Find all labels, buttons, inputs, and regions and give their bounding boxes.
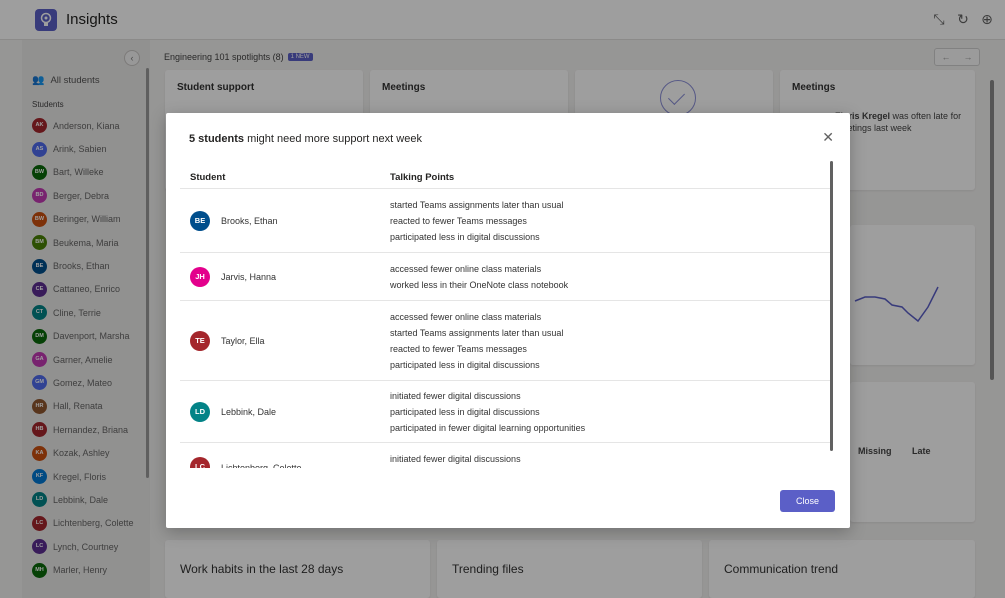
talking-points: initiated fewer digital discussions parti… [390,388,585,436]
avatar: JH [190,267,210,287]
close-button[interactable]: Close [780,490,835,512]
dialog-title-text: might need more support next week [244,133,422,145]
talking-point: initiated fewer digital discussions [390,454,521,464]
student-row[interactable]: TE Taylor, Ella accessed fewer online clas… [180,300,830,380]
talking-point: worked less in their OneNote class noteb… [390,280,569,290]
avatar: BE [190,211,210,231]
student-row[interactable]: LD Lebbink, Dale initiated fewer digital d… [180,380,830,442]
dialog-scrollbar[interactable] [830,161,833,451]
column-header-student: Student [190,172,226,183]
student-row[interactable]: BE Brooks, Ethan started Teams assignments… [180,188,830,252]
dialog-title-count: 5 students [189,133,245,145]
talking-point: started Teams assignments later than usu… [390,328,564,338]
column-header-talking-points: Talking Points [390,172,455,183]
student-name: Taylor, Ella [221,336,265,346]
avatar: LD [190,402,210,422]
avatar: LC [190,457,210,468]
talking-point: initiated fewer digital discussions [390,391,521,401]
talking-points: started Teams assignments later than usu… [390,197,563,245]
talking-point: participated less in digital discussions [390,360,540,370]
talking-points: accessed fewer online class materials wor… [390,261,568,293]
avatar: TE [190,331,210,351]
student-row[interactable]: LC Lichtenberg, Colette initiated fewer di… [180,442,830,468]
talking-point: participated in fewer digital learning o… [390,423,586,433]
talking-point: participated less in digital discussions [390,407,540,417]
student-name: Brooks, Ethan [221,216,278,226]
talking-point: started Teams assignments later than usu… [390,200,564,210]
close-icon[interactable]: ✕ [822,129,834,146]
talking-point: reacted to fewer Teams messages [390,344,527,354]
support-dialog: 5 students might need more support next … [166,113,850,528]
talking-point: participated less in digital discussions [390,232,540,242]
dialog-title: 5 students might need more support next … [189,133,422,145]
talking-point: accessed fewer online class materials [390,312,542,322]
talking-point: accessed fewer online class materials [390,264,542,274]
student-row[interactable]: JH Jarvis, Hanna accessed fewer online cla… [180,252,830,300]
talking-point: reacted to fewer Teams messages [390,216,527,226]
talking-points: initiated fewer digital discussions [390,451,521,467]
students-table: BE Brooks, Ethan started Teams assignments… [180,188,830,468]
talking-points: accessed fewer online class materials sta… [390,309,563,373]
student-name: Lichtenberg, Colette [221,463,302,468]
student-name: Jarvis, Hanna [221,272,277,282]
student-name: Lebbink, Dale [221,407,277,417]
